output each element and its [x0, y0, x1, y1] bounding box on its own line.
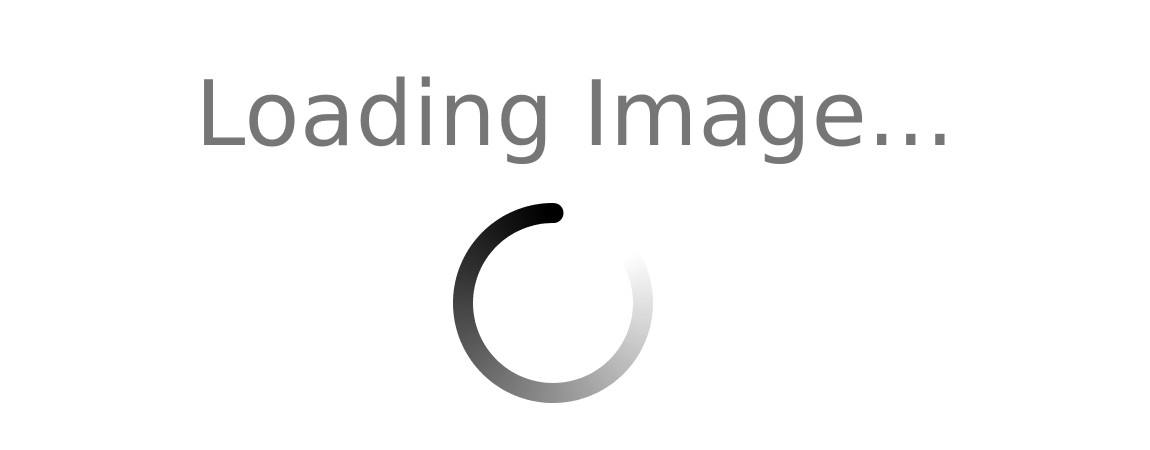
- spinner-head: [543, 203, 564, 223]
- loading-spinner-icon: [453, 203, 653, 403]
- loading-screen: Loading Image...: [0, 0, 1150, 450]
- spinner-arc: [453, 203, 653, 403]
- loading-message: Loading Image...: [195, 62, 955, 167]
